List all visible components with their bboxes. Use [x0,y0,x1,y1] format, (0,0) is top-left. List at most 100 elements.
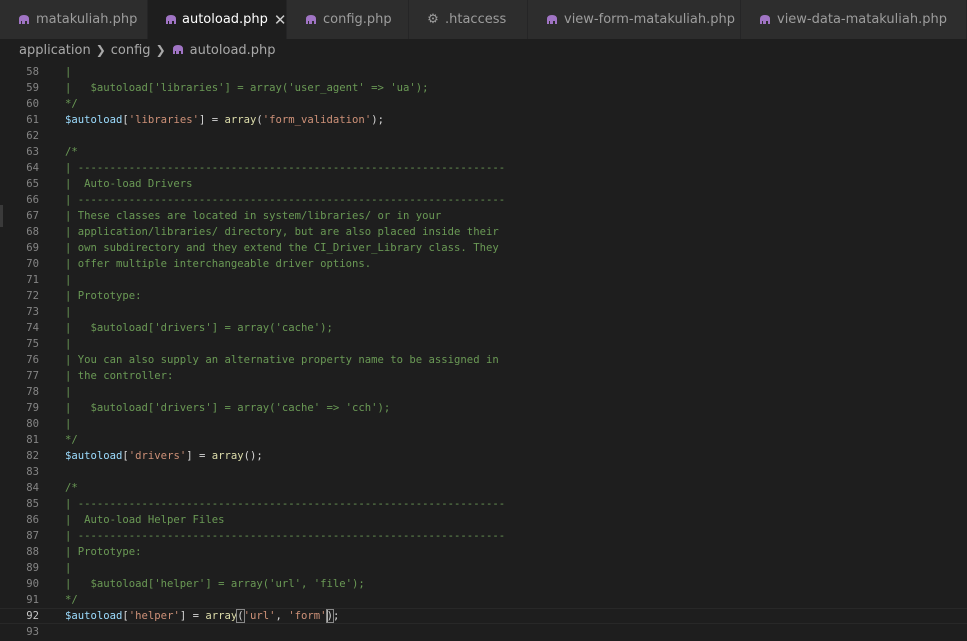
line-code: | [65,304,71,320]
code-line[interactable]: 86 | Auto-load Helper Files [0,512,967,528]
line-number: 59 [26,82,39,94]
code-line[interactable]: 78 | [0,384,967,400]
tab-label: autoload.php [182,12,268,27]
breadcrumb-item-file[interactable]: autoload.php [190,43,276,58]
line-code: | You can also supply an alternative pro… [65,352,499,368]
line-code: | offer multiple interchangeable driver … [65,256,371,272]
code-line[interactable]: 66 | ------------------------------------… [0,192,967,208]
code-token: /* [65,482,78,494]
line-number: 65 [26,178,39,190]
line-number: 61 [26,114,39,126]
tab-label: config.php [323,12,392,27]
line-number: 71 [26,274,39,286]
line-code: | Auto-load Drivers [65,176,193,192]
code-token: 'helper' [128,610,180,622]
tab-config-php[interactable]: config.php [287,0,409,39]
code-token: */ [65,594,78,606]
code-line[interactable]: 62 [0,128,967,144]
code-token: ; [332,610,340,622]
code-line[interactable]: 58 | [0,64,967,80]
code-line[interactable]: 85 | ------------------------------------… [0,496,967,512]
code-token: | [65,274,72,286]
code-token: 'libraries' [128,114,199,126]
code-line[interactable]: 83 [0,464,967,480]
code-token: | $autoload['libraries'] = array('user_a… [65,82,429,94]
code-token: $autoload [65,450,123,462]
code-line[interactable]: 92 $autoload['helper'] = array('url', 'fo… [0,608,967,624]
tab-autoload-php[interactable]: autoload.php ✕ [148,0,287,39]
tab-view-form-matakuliah-php[interactable]: view-form-matakuliah.php [528,0,741,39]
code-token: ] = [179,610,206,622]
tab-bar: matakuliah.php autoload.php ✕ config.php ⚙ .h… [0,0,967,39]
code-line[interactable]: 93 [0,624,967,640]
code-line[interactable]: 64 | ------------------------------------… [0,160,967,176]
chevron-right-icon: ❯ [95,43,106,57]
code-line[interactable]: 68 | application/libraries/ directory, bu… [0,224,967,240]
code-line[interactable]: 61 $autoload['libraries'] = array('form_v… [0,112,967,128]
line-number: 58 [26,66,39,78]
code-editor[interactable]: 58 | 59 | $autoload['libraries'] = array('u… [0,61,967,641]
line-code: */ [65,96,78,112]
code-line[interactable]: 82 $autoload['drivers'] = array(); [0,448,967,464]
code-line[interactable]: 80 | [0,416,967,432]
code-line[interactable]: 89 | [0,560,967,576]
line-code: $autoload['drivers'] = array(); [65,448,263,464]
line-code: | own subdirectory and they extend the C… [65,240,499,256]
code-line[interactable]: 87 | ------------------------------------… [0,528,967,544]
line-code: /* [65,480,78,496]
line-code: /* [65,144,78,160]
line-number: 83 [26,466,39,478]
php-elephant-icon [757,12,773,28]
code-line[interactable]: 75 | [0,336,967,352]
line-number: 69 [26,242,39,254]
code-line[interactable]: 69 | own subdirectory and they extend the… [0,240,967,256]
code-line[interactable]: 74 | $autoload['drivers'] = array('cache'… [0,320,967,336]
line-code: */ [65,592,78,608]
tab-htaccess[interactable]: ⚙ .htaccess [409,0,528,39]
code-token: ] = [186,450,212,462]
close-icon[interactable]: ✕ [274,11,287,29]
breadcrumb-item-application[interactable]: application [19,43,91,58]
code-token: 'form' [288,610,327,622]
line-code: | Auto-load Helper Files [65,512,224,528]
code-line[interactable]: 73 | [0,304,967,320]
code-token: 'drivers' [128,450,187,462]
code-line[interactable]: 91 */ [0,592,967,608]
code-line[interactable]: 84 /* [0,480,967,496]
code-token: */ [65,98,78,110]
code-line[interactable]: 70 | offer multiple interchangeable drive… [0,256,967,272]
code-line[interactable]: 72 | Prototype: [0,288,967,304]
code-line[interactable]: 71 | [0,272,967,288]
line-number: 79 [26,402,39,414]
code-token: | own subdirectory and they extend the C… [65,242,499,254]
code-token: $autoload [65,114,123,126]
tab-matakuliah-php[interactable]: matakuliah.php [0,0,148,39]
line-code: | --------------------------------------… [65,528,505,544]
code-token: | --------------------------------------… [65,498,506,510]
line-number: 77 [26,370,39,382]
code-line[interactable]: 88 | Prototype: [0,544,967,560]
line-code: | [65,272,71,288]
code-line[interactable]: 79 | $autoload['drivers'] = array('cache'… [0,400,967,416]
line-number: 93 [26,626,39,638]
code-line[interactable]: 60 */ [0,96,967,112]
code-token: | --------------------------------------… [65,162,506,174]
breadcrumb-item-config[interactable]: config [111,43,151,58]
code-token: | $autoload['drivers'] = array('cache' =… [65,402,391,414]
tab-label: view-form-matakuliah.php [564,12,735,27]
tab-view-data-matakuliah-php[interactable]: view-data-matakuliah.php [741,0,967,39]
php-elephant-icon [544,12,560,28]
code-token: | offer multiple interchangeable driver … [65,258,372,270]
code-line[interactable]: 59 | $autoload['libraries'] = array('user… [0,80,967,96]
code-line[interactable]: 90 | $autoload['helper'] = array('url', '… [0,576,967,592]
code-line[interactable]: 77 | the controller: [0,368,967,384]
code-line[interactable]: 67 | These classes are located in system/… [0,208,967,224]
code-line[interactable]: 63 /* [0,144,967,160]
php-elephant-icon [16,12,32,28]
line-number: 64 [26,162,39,174]
code-line[interactable]: 65 | Auto-load Drivers [0,176,967,192]
line-number: 86 [26,514,39,526]
code-line[interactable]: 81 */ [0,432,967,448]
code-token: array [205,610,238,622]
code-line[interactable]: 76 | You can also supply an alternative p… [0,352,967,368]
